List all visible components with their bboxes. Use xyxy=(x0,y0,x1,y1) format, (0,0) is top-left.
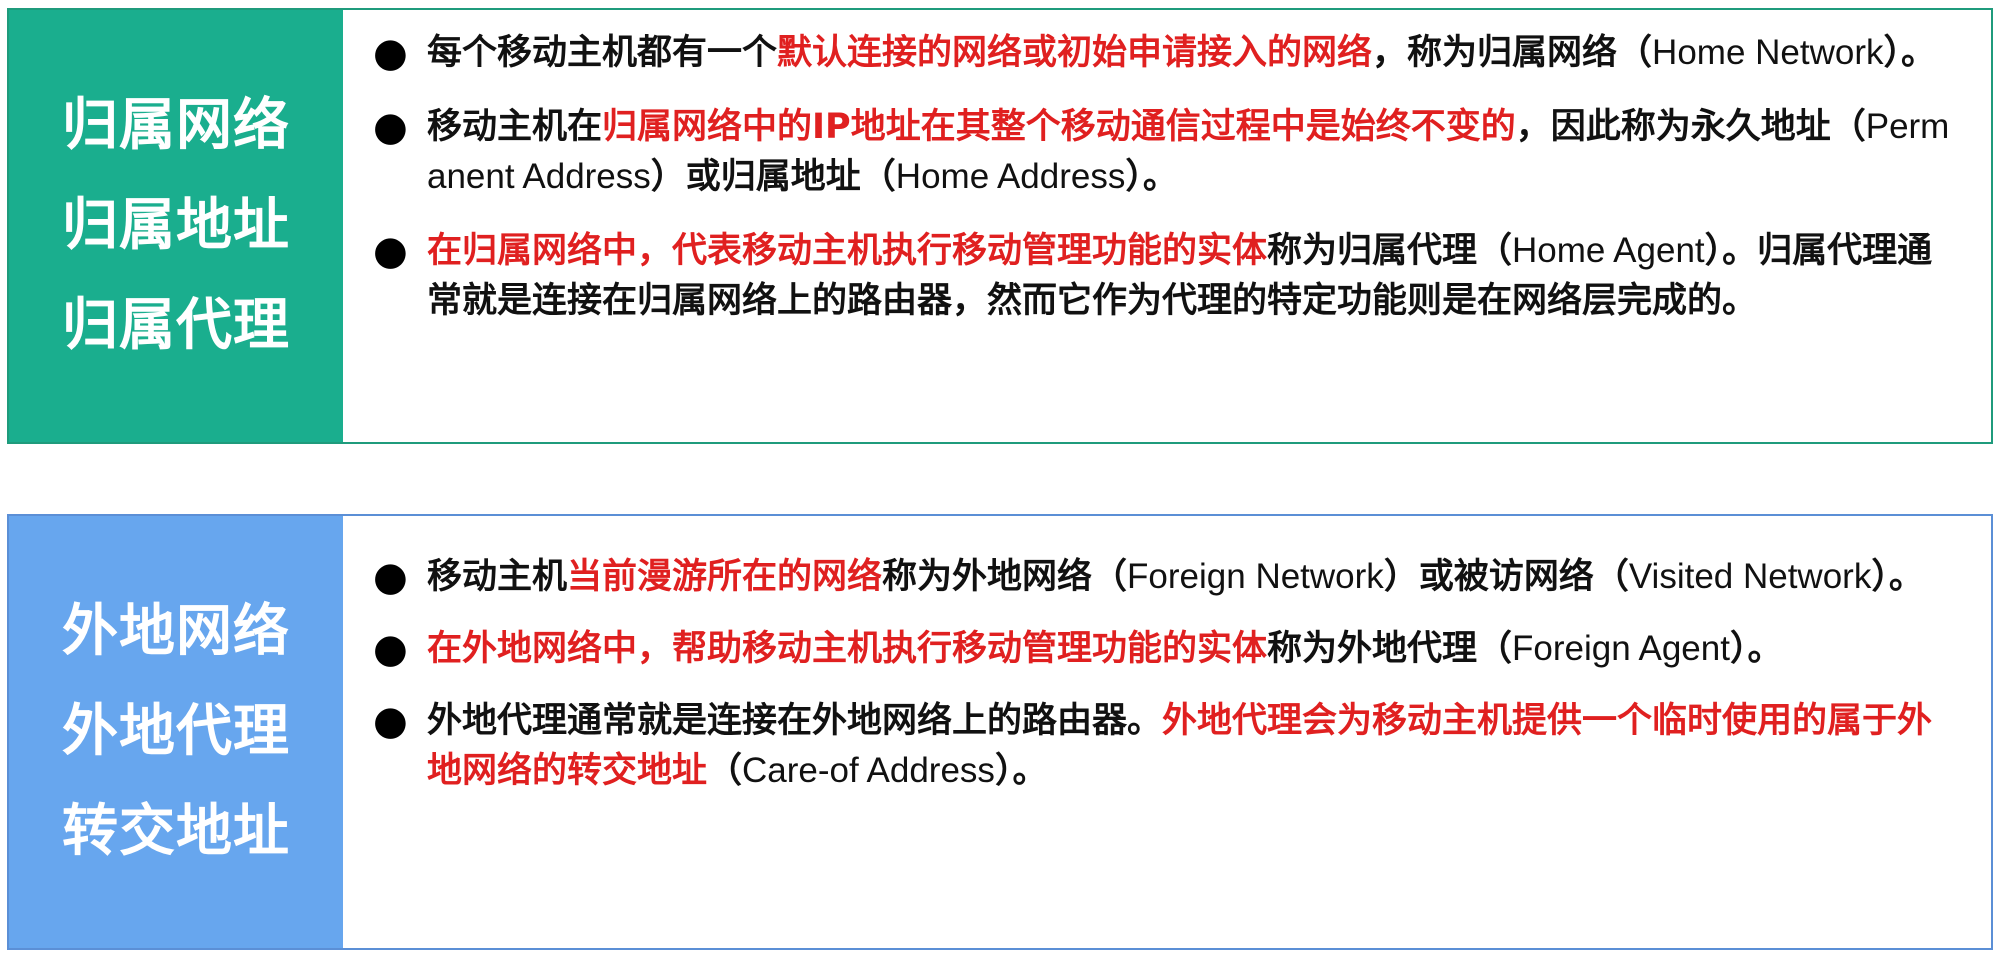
foreign-network-panel: 外地网络 外地代理 转交地址 ● 移动主机当前漫游所在的网络称为外地网络（For… xyxy=(7,514,1993,950)
bullet-item: ● 在外地网络中，帮助移动主机执行移动管理功能的实体称为外地代理（Foreign… xyxy=(373,624,1961,674)
foreign-label-column: 外地网络 外地代理 转交地址 xyxy=(9,516,343,948)
body-text: ）。 xyxy=(994,751,1048,791)
body-text: Foreign Network xyxy=(1127,557,1384,596)
label-home-agent: 归属代理 xyxy=(62,293,290,358)
body-text: ，称为归属网络（ xyxy=(1372,33,1653,73)
body-text: ）。 xyxy=(1125,157,1178,197)
bullet-text: 移动主机当前漫游所在的网络称为外地网络（Foreign Network）或被访网… xyxy=(427,552,1961,602)
body-text: Home Agent xyxy=(1512,231,1705,270)
bullet-dot-icon: ● xyxy=(373,104,408,150)
body-text: 移动主机 xyxy=(427,557,568,597)
label-foreign-agent: 外地代理 xyxy=(62,699,290,764)
bullet-item: ● 移动主机在归属网络中的IP地址在其整个移动通信过程中是始终不变的，因此称为永… xyxy=(373,102,1961,202)
home-label-column: 归属网络 归属地址 归属代理 xyxy=(9,10,343,442)
highlight-text: 默认连接的网络或初始申请接入的网络 xyxy=(777,33,1373,73)
bullet-text: 在归属网络中，代表移动主机执行移动管理功能的实体称为归属代理（Home Agen… xyxy=(427,226,1961,326)
home-content: ● 每个移动主机都有一个默认连接的网络或初始申请接入的网络，称为归属网络（Hom… xyxy=(343,10,1991,442)
bullet-text: 在外地网络中，帮助移动主机执行移动管理功能的实体称为外地代理（Foreign A… xyxy=(427,624,1961,674)
bullet-text: 外地代理通常就是连接在外地网络上的路由器。外地代理会为移动主机提供一个临时使用的… xyxy=(427,696,1961,796)
bullet-item: ● 每个移动主机都有一个默认连接的网络或初始申请接入的网络，称为归属网络（Hom… xyxy=(373,28,1961,78)
body-text: 每个移动主机都有一个 xyxy=(427,33,778,73)
bullet-item: ● 外地代理通常就是连接在外地网络上的路由器。外地代理会为移动主机提供一个临时使… xyxy=(373,696,1961,796)
body-text: ）。 xyxy=(1871,557,1924,597)
body-text: ）。 xyxy=(1883,33,1937,73)
highlight-text: 当前漫游所在的网络 xyxy=(567,557,883,597)
body-text: ）。 xyxy=(1729,629,1783,669)
body-text: 移动主机在 xyxy=(427,107,603,147)
foreign-content: ● 移动主机当前漫游所在的网络称为外地网络（Foreign Network）或被… xyxy=(343,516,1991,948)
bullet-text: 每个移动主机都有一个默认连接的网络或初始申请接入的网络，称为归属网络（Home … xyxy=(427,28,1961,78)
label-home-address: 归属地址 xyxy=(62,193,290,258)
highlight-text: 归属网络中的IP地址在其整个移动通信过程中是始终不变的 xyxy=(602,107,1516,147)
body-text: （ xyxy=(707,751,743,791)
label-foreign-network: 外地网络 xyxy=(62,599,290,664)
body-text: 外地代理通常就是连接在外地网络上的路由器。 xyxy=(427,701,1163,741)
bullet-text: 移动主机在归属网络中的IP地址在其整个移动通信过程中是始终不变的，因此称为永久地… xyxy=(427,102,1961,202)
label-home-network: 归属网络 xyxy=(62,93,290,158)
body-text: ）或被访网络（ xyxy=(1383,557,1629,597)
body-text: ，因此称为永久地址（ xyxy=(1515,107,1866,147)
highlight-text: 在归属网络中，代表移动主机执行移动管理功能的实体 xyxy=(427,231,1268,271)
body-text: Visited Network xyxy=(1628,557,1872,596)
bullet-dot-icon: ● xyxy=(373,554,408,600)
body-text: 称为外地代理（ xyxy=(1267,629,1513,669)
bullet-item: ● 在归属网络中，代表移动主机执行移动管理功能的实体称为归属代理（Home Ag… xyxy=(373,226,1961,326)
label-care-of-address: 转交地址 xyxy=(62,799,290,864)
bullet-item: ● 移动主机当前漫游所在的网络称为外地网络（Foreign Network）或被… xyxy=(373,552,1961,602)
body-text: Foreign Agent xyxy=(1512,629,1730,668)
body-text: 称为归属代理（ xyxy=(1267,231,1513,271)
bullet-dot-icon: ● xyxy=(373,30,408,76)
bullet-dot-icon: ● xyxy=(373,698,408,744)
body-text: ）或归属地址（ xyxy=(650,157,896,197)
bullet-dot-icon: ● xyxy=(373,626,408,672)
body-text: Home Address xyxy=(895,157,1126,196)
highlight-text: 在外地网络中，帮助移动主机执行移动管理功能的实体 xyxy=(427,629,1268,669)
bullet-dot-icon: ● xyxy=(373,228,408,274)
body-text: 称为外地网络（ xyxy=(882,557,1128,597)
body-text: Care-of Address xyxy=(742,751,995,790)
body-text: Home Network xyxy=(1652,33,1884,72)
home-network-panel: 归属网络 归属地址 归属代理 ● 每个移动主机都有一个默认连接的网络或初始申请接… xyxy=(7,8,1993,444)
